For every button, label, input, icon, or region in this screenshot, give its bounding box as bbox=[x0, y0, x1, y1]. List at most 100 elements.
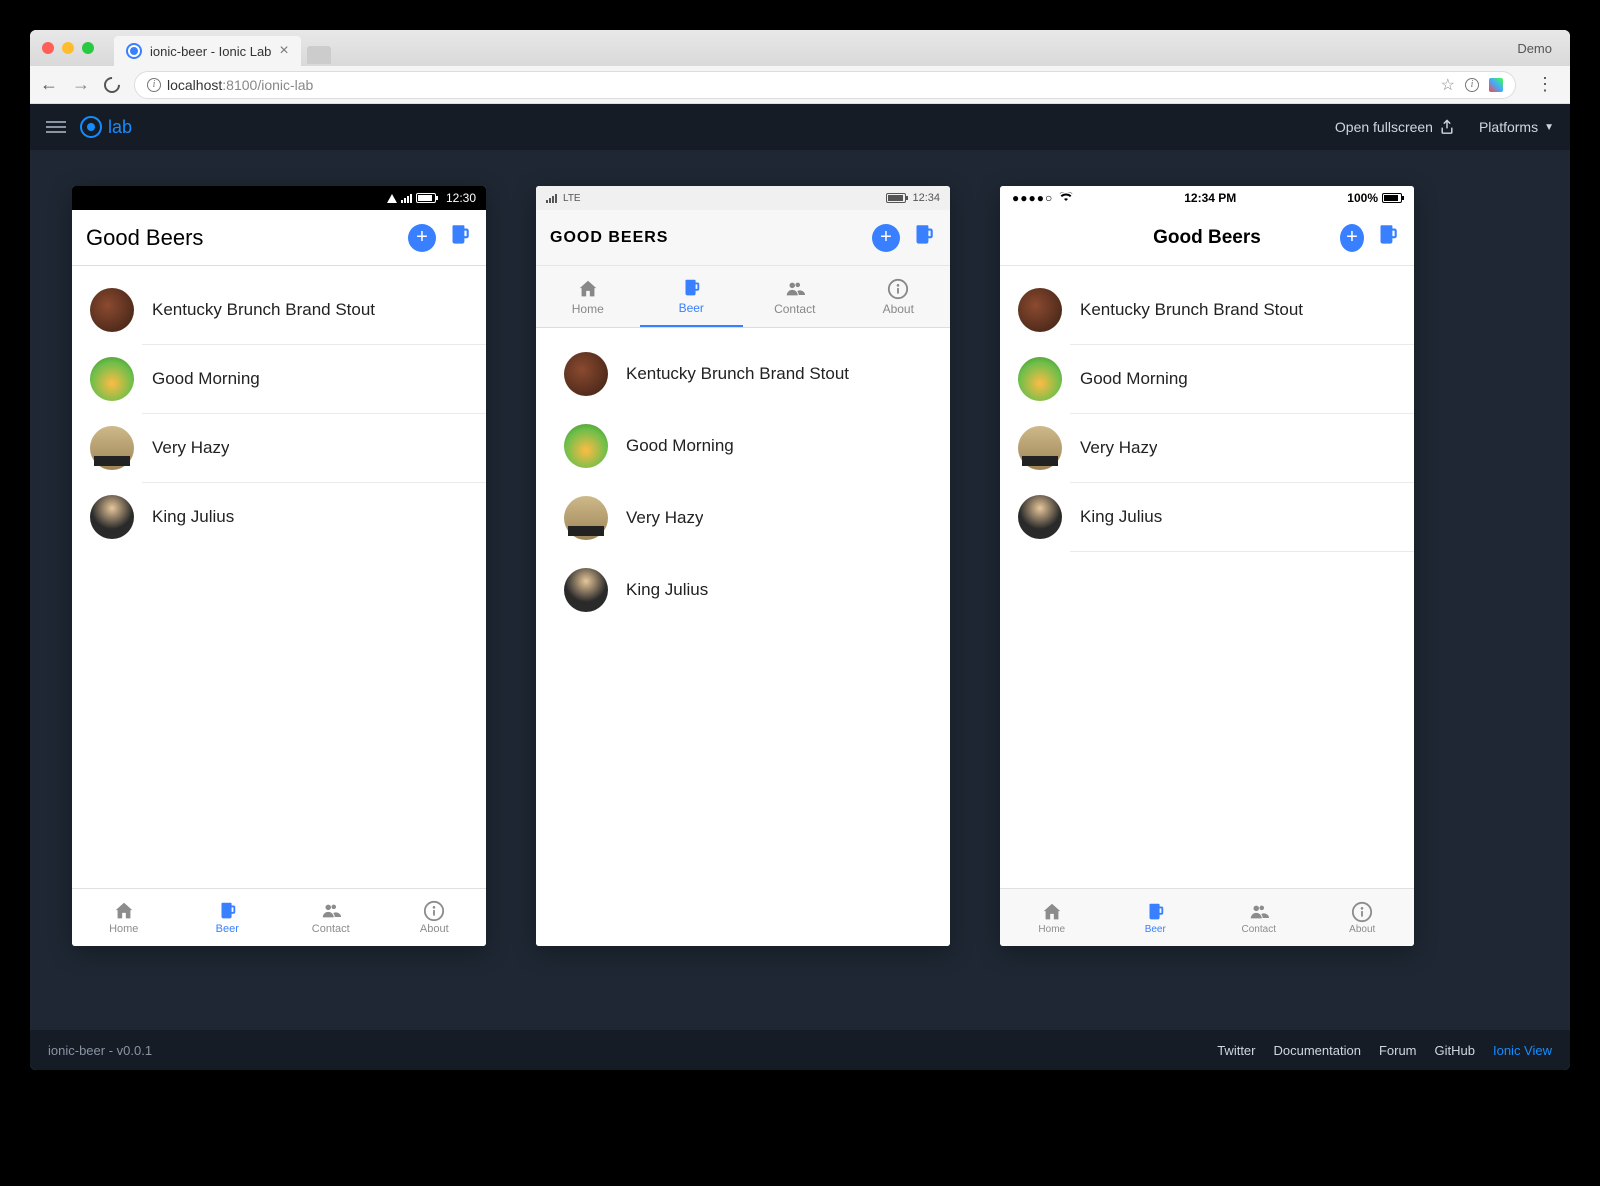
tab-home[interactable]: Home bbox=[1000, 889, 1104, 946]
tab-favicon-icon bbox=[126, 43, 142, 59]
footer-link-forum[interactable]: Forum bbox=[1379, 1043, 1417, 1058]
carrier-dots-icon: ●●●●○ bbox=[1012, 191, 1053, 205]
footer-link-ionic-view[interactable]: Ionic View bbox=[1493, 1043, 1552, 1058]
device-canvas: 12:30 Good Beers + Kentucky Brunch Brand… bbox=[30, 150, 1570, 1030]
avatar bbox=[1018, 357, 1062, 401]
tab-beer[interactable]: Beer bbox=[1104, 889, 1208, 946]
add-button[interactable]: + bbox=[1340, 224, 1364, 252]
maximize-window-button[interactable] bbox=[82, 42, 94, 54]
footer-link-github[interactable]: GitHub bbox=[1435, 1043, 1475, 1058]
bookmark-icon[interactable]: ☆ bbox=[1441, 75, 1455, 95]
tab-home[interactable]: Home bbox=[72, 889, 176, 946]
avatar bbox=[1018, 426, 1062, 470]
lab-footer: ionic-beer - v0.0.1 Twitter Documentatio… bbox=[30, 1030, 1570, 1070]
footer-link-twitter[interactable]: Twitter bbox=[1217, 1043, 1255, 1058]
tab-contact[interactable]: Contact bbox=[1207, 889, 1311, 946]
list-item[interactable]: Kentucky Brunch Brand Stout bbox=[536, 338, 950, 410]
page-title: Good Beers bbox=[86, 225, 408, 251]
avatar bbox=[90, 426, 134, 470]
lab-logo: lab bbox=[80, 116, 132, 138]
back-button[interactable]: ← bbox=[40, 74, 58, 95]
reload-button[interactable] bbox=[101, 73, 124, 96]
url-port: :8100 bbox=[222, 77, 257, 93]
minimize-window-button[interactable] bbox=[62, 42, 74, 54]
wifi-icon bbox=[1059, 191, 1073, 205]
status-time: 12:34 PM bbox=[1073, 191, 1347, 205]
status-time: 12:30 bbox=[446, 191, 476, 205]
tab-about[interactable]: About bbox=[383, 889, 487, 946]
list-item[interactable]: Kentucky Brunch Brand Stout bbox=[1018, 276, 1414, 344]
list-item[interactable]: Good Morning bbox=[1018, 345, 1414, 413]
chrome-toolbar: ← → i localhost:8100/ionic-lab ☆ i ⋮ bbox=[30, 66, 1570, 104]
device-windows: LTE 12:34 GOOD BEERS + Home Beer bbox=[536, 186, 950, 946]
list-item[interactable]: King Julius bbox=[536, 554, 950, 626]
battery-icon bbox=[886, 193, 906, 203]
beer-icon[interactable] bbox=[1374, 222, 1400, 253]
forward-button[interactable]: → bbox=[72, 74, 90, 95]
beer-icon[interactable] bbox=[446, 222, 472, 253]
beer-name: Good Morning bbox=[1080, 369, 1188, 389]
tab-about[interactable]: About bbox=[1311, 889, 1415, 946]
add-button[interactable]: + bbox=[872, 224, 900, 252]
extension-icon[interactable] bbox=[1489, 78, 1503, 92]
signal-icon bbox=[401, 194, 412, 203]
avatar bbox=[564, 352, 608, 396]
tab-close-button[interactable]: × bbox=[279, 42, 288, 60]
beer-icon[interactable] bbox=[910, 222, 936, 253]
beer-name: Kentucky Brunch Brand Stout bbox=[626, 364, 849, 384]
tab-contact[interactable]: Contact bbox=[743, 266, 847, 327]
battery-pct: 100% bbox=[1347, 191, 1378, 205]
signal-icon bbox=[546, 194, 557, 203]
tab-home[interactable]: Home bbox=[536, 266, 640, 327]
windows-status-bar: LTE 12:34 bbox=[536, 186, 950, 210]
ionic-logo-icon bbox=[80, 116, 102, 138]
platforms-dropdown[interactable]: Platforms ▼ bbox=[1479, 119, 1554, 135]
tab-bar-ios: Home Beer Contact About bbox=[1000, 888, 1414, 946]
list-item[interactable]: Very Hazy bbox=[1018, 414, 1414, 482]
url-host: localhost bbox=[167, 77, 222, 93]
list-item[interactable]: Good Morning bbox=[90, 345, 486, 413]
address-bar[interactable]: i localhost:8100/ionic-lab ☆ i bbox=[134, 71, 1516, 99]
close-window-button[interactable] bbox=[42, 42, 54, 54]
tab-contact[interactable]: Contact bbox=[279, 889, 383, 946]
app-version: ionic-beer - v0.0.1 bbox=[48, 1043, 152, 1058]
site-info-icon[interactable]: i bbox=[147, 78, 161, 92]
tab-beer[interactable]: Beer bbox=[640, 266, 744, 327]
new-tab-button[interactable] bbox=[307, 46, 331, 64]
url-path: /ionic-lab bbox=[257, 77, 313, 93]
chrome-titlebar: ionic-beer - Ionic Lab × Demo bbox=[30, 30, 1570, 66]
avatar bbox=[90, 495, 134, 539]
beer-name: Very Hazy bbox=[152, 438, 229, 458]
tab-beer[interactable]: Beer bbox=[176, 889, 280, 946]
chevron-down-icon: ▼ bbox=[1544, 122, 1554, 133]
lab-header: lab Open fullscreen Platforms ▼ bbox=[30, 104, 1570, 150]
beer-name: King Julius bbox=[1080, 507, 1162, 527]
avatar bbox=[1018, 495, 1062, 539]
add-button[interactable]: + bbox=[408, 224, 436, 252]
list-item[interactable]: Good Morning bbox=[536, 410, 950, 482]
status-time: 12:34 bbox=[912, 192, 940, 204]
window-controls bbox=[42, 42, 94, 54]
footer-link-documentation[interactable]: Documentation bbox=[1274, 1043, 1361, 1058]
ios-status-bar: ●●●●○ 12:34 PM 100% bbox=[1000, 186, 1414, 210]
list-item[interactable]: King Julius bbox=[1018, 483, 1414, 551]
list-item[interactable]: King Julius bbox=[90, 483, 486, 551]
chrome-menu-button[interactable]: ⋮ bbox=[1530, 74, 1560, 95]
wifi-icon bbox=[387, 194, 397, 203]
page-title: GOOD BEERS bbox=[550, 229, 872, 247]
menu-button[interactable] bbox=[46, 121, 66, 133]
list-item[interactable]: Very Hazy bbox=[536, 482, 950, 554]
page-info-icon[interactable]: i bbox=[1465, 78, 1479, 92]
beer-list-ios: Kentucky Brunch Brand Stout Good Morning… bbox=[1000, 266, 1414, 888]
android-status-bar: 12:30 bbox=[72, 186, 486, 210]
browser-tab[interactable]: ionic-beer - Ionic Lab × bbox=[114, 36, 301, 66]
app-header-windows: GOOD BEERS + bbox=[536, 210, 950, 266]
avatar bbox=[90, 357, 134, 401]
avatar bbox=[1018, 288, 1062, 332]
list-item[interactable]: Kentucky Brunch Brand Stout bbox=[90, 276, 486, 344]
open-fullscreen-button[interactable]: Open fullscreen bbox=[1335, 118, 1455, 137]
avatar bbox=[90, 288, 134, 332]
tab-about[interactable]: About bbox=[847, 266, 951, 327]
battery-icon bbox=[1382, 193, 1402, 203]
list-item[interactable]: Very Hazy bbox=[90, 414, 486, 482]
